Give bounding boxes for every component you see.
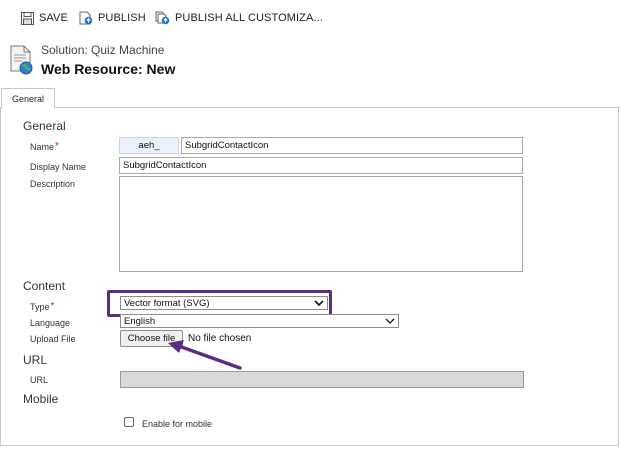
language-label: Language [30, 318, 71, 328]
type-label: Type* [30, 301, 55, 312]
publish-all-button[interactable]: PUBLISH ALL CUSTOMIZA... [155, 9, 323, 27]
language-select[interactable]: English [120, 314, 399, 328]
display-name-label: Display Name [30, 162, 87, 172]
web-resource-icon [10, 45, 33, 75]
url-field [120, 371, 524, 388]
section-title-mobile: Mobile [23, 392, 59, 406]
publish-all-label: PUBLISH ALL CUSTOMIZA... [175, 12, 323, 24]
chevron-down-icon [314, 300, 324, 307]
upload-file-label: Upload File [30, 334, 76, 344]
solution-label: Solution: Quiz Machine [41, 43, 165, 57]
publish-label: PUBLISH [98, 12, 146, 24]
name-label: Name* [30, 141, 59, 152]
save-label: SAVE [39, 12, 68, 24]
enable-mobile-checkbox[interactable] [124, 417, 134, 427]
section-title-general: General [23, 119, 66, 133]
save-icon [21, 11, 34, 25]
enable-mobile-label: Enable for mobile [142, 419, 213, 429]
name-prefix-field: aeh_ [119, 137, 179, 154]
type-select-value: Vector format (SVG) [124, 297, 210, 309]
name-input[interactable]: SubgridContactIcon [181, 137, 523, 154]
chevron-down-icon [385, 318, 395, 324]
section-title-content: Content [23, 279, 66, 293]
display-name-input[interactable]: SubgridContactIcon [119, 157, 523, 174]
url-label: URL [30, 375, 49, 385]
required-marker: * [50, 301, 55, 312]
publish-all-icon [155, 11, 170, 25]
language-select-value: English [124, 315, 156, 327]
tab-general[interactable]: General [1, 88, 55, 109]
publish-button[interactable]: PUBLISH [79, 9, 146, 27]
description-textarea[interactable] [119, 176, 523, 272]
type-select[interactable]: Vector format (SVG) [120, 296, 328, 310]
page-title: Web Resource: New [41, 61, 176, 77]
section-title-url: URL [23, 353, 48, 367]
required-marker: * [55, 141, 59, 152]
publish-icon [79, 11, 93, 25]
description-label: Description [30, 179, 76, 189]
save-button[interactable]: SAVE [21, 9, 68, 27]
